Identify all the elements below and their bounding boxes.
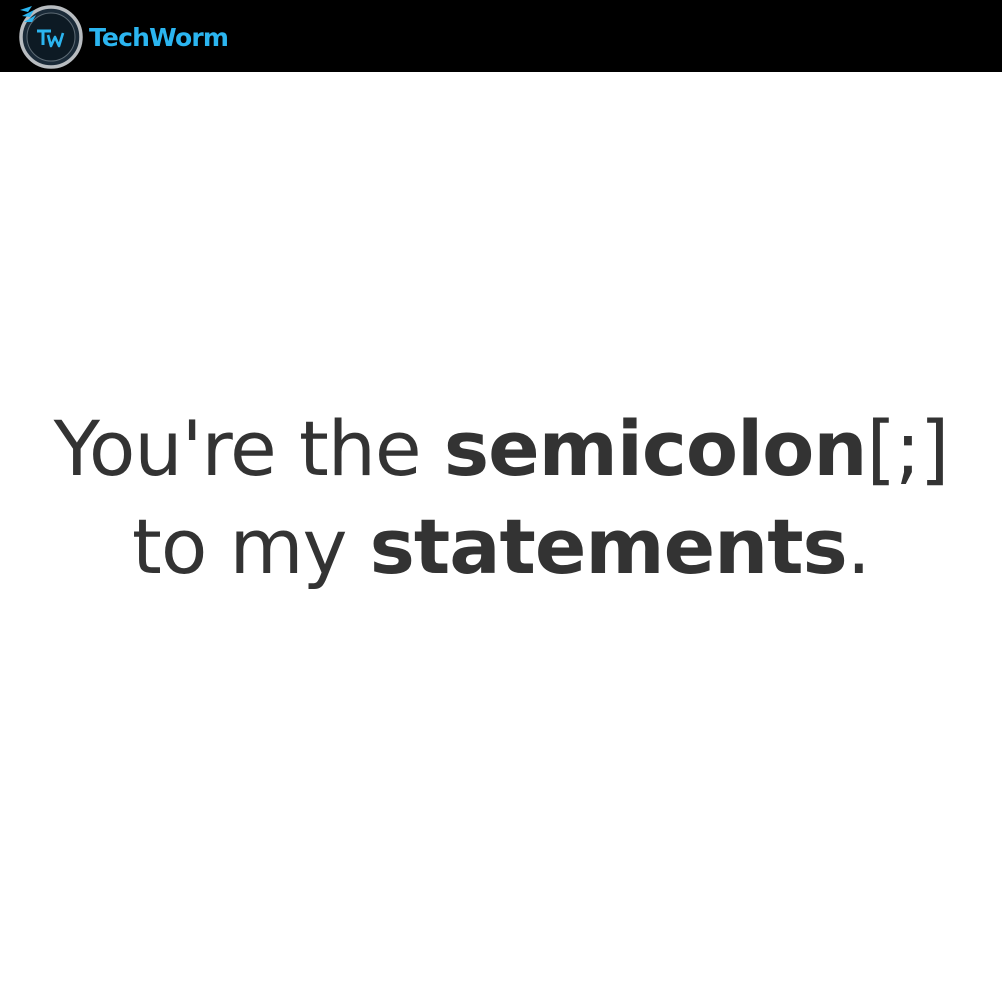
- quote-line-1: You're the semicolon[;]: [0, 400, 1002, 498]
- quote-line-2-lead: to my: [132, 502, 370, 591]
- quote-line-1-emphasis: semicolon: [443, 404, 868, 493]
- header-bar: TechWorm: [0, 0, 1002, 72]
- quote-line-1-tail: [;]: [866, 404, 950, 493]
- brand-wordmark[interactable]: TechWorm: [89, 20, 229, 56]
- quote-line-2-tail: .: [846, 502, 871, 591]
- quote-line-1-lead: You're the: [53, 404, 444, 493]
- quote-text: You're the semicolon[;] to my statements…: [0, 400, 1002, 596]
- page: TechWorm You're the semicolon[;] to my s…: [0, 0, 1002, 1000]
- quote-line-2: to my statements.: [0, 498, 1002, 596]
- quote-line-2-emphasis: statements: [369, 502, 848, 591]
- techworm-logo-icon[interactable]: [18, 4, 84, 70]
